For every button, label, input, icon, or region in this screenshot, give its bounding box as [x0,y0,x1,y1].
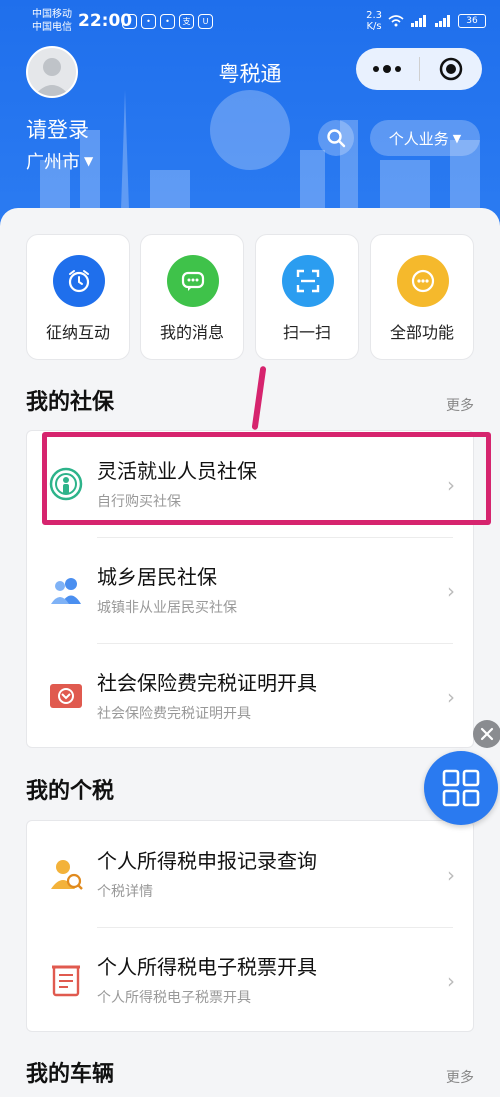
floating-close-button[interactable] [473,720,500,748]
list-item-subtitle: 城镇非从业居民买社保 [97,600,237,616]
grid-icon [442,769,480,807]
status-right: 2.3 K/s 36 [366,10,486,32]
vehicles-more-link[interactable]: 更多 [446,1067,474,1087]
quick-action-label: 我的消息 [159,323,224,342]
list-item-title: 个人所得税申报记录查询 [97,849,317,873]
mini-program-capsule [356,48,482,90]
city-selector[interactable]: 广州市 ▼ [26,148,93,174]
section-title-social-insurance: 我的社保 [26,390,115,415]
more-dots-icon [373,65,402,73]
caret-down-icon: ▼ [84,154,94,168]
scan-icon [282,255,334,307]
list-item-subtitle: 个税详情 [97,884,153,900]
quick-action-label: 全部功能 [389,323,454,342]
list-item-insurance-certificate[interactable]: 社会保险费完税证明开具 社会保险费完税证明开具 › [27,643,475,749]
battery-level: 36 [466,16,478,26]
list-item-tax-record-query[interactable]: 个人所得税申报记录查询 个税详情 › [27,821,475,927]
personal-tax-card: 个人所得税申报记录查询 个税详情 › 个人所得税电子税票开具 个人所得税电子税票… [26,820,474,1032]
city-label: 广州市 [26,152,80,173]
signal-icon [411,15,426,27]
caret-down-icon: ▼ [452,131,462,145]
quick-action-label: 征纳互动 [45,323,110,342]
list-item-title: 城乡居民社保 [97,565,217,589]
list-item-subtitle: 社会保险费完税证明开具 [97,706,251,722]
status-bar: 中国移动 中国电信 22:00 • • • 支 U 2.3 K/s 36 [0,0,500,44]
signal-icon [435,15,450,27]
personal-business-label: 个人业务 [388,129,449,148]
tax-record-icon [47,855,85,893]
chevron-right-icon: › [447,863,455,887]
list-item-urban-rural-residents[interactable]: 城乡居民社保 城镇非从业居民买社保 › [27,537,475,643]
floating-menu-button[interactable] [424,751,498,825]
notification-icon: 支 [179,14,194,29]
chevron-right-icon: › [447,685,455,709]
target-circle-icon [439,57,462,81]
notification-icon: • [160,14,175,29]
wifi-icon [388,15,404,27]
close-program-button[interactable] [420,48,483,90]
notification-icon: U [198,14,213,29]
search-button[interactable] [318,120,354,156]
personal-business-dropdown[interactable]: 个人业务 ▼ [370,120,480,156]
list-item-subtitle: 个人所得税电子税票开具 [97,990,251,1006]
list-item-tax-receipt[interactable]: 个人所得税电子税票开具 个人所得税电子税票开具 › [27,927,475,1033]
notification-icons: • • • 支 U [122,14,213,29]
net-speed-value: 2.3 [366,10,382,21]
quick-action-interaction[interactable]: 征纳互动 [26,234,130,360]
search-icon [327,129,346,148]
alarm-clock-icon [53,255,105,307]
social-insurance-more-link[interactable]: 更多 [446,395,474,415]
chevron-right-icon: › [447,969,455,993]
net-speed: 2.3 K/s [366,10,382,32]
login-link[interactable]: 请登录 [26,114,89,144]
insurance-certificate-icon [47,677,85,715]
residents-icon [47,571,85,609]
list-item-title: 社会保险费完税证明开具 [97,671,317,695]
carrier-names: 中国移动 中国电信 [32,8,72,34]
more-dots-icon [397,255,449,307]
notification-icon: • [141,14,156,29]
close-icon [480,727,494,741]
section-title-vehicles: 我的车辆 [26,1062,115,1087]
quick-action-messages[interactable]: 我的消息 [140,234,244,360]
carrier-1: 中国移动 [32,9,72,20]
section-title-personal-tax: 我的个税 [26,779,115,804]
chevron-right-icon: › [447,579,455,603]
notification-icon: • [122,14,137,29]
chat-bubble-icon [167,255,219,307]
tax-receipt-icon [47,961,85,999]
battery-icon: 36 [458,14,486,28]
quick-action-label: 扫一扫 [282,323,331,342]
annotation-highlight-box [42,432,491,525]
net-speed-unit: K/s [366,21,382,32]
quick-action-scan[interactable]: 扫一扫 [255,234,359,360]
quick-action-all[interactable]: 全部功能 [370,234,474,360]
carrier-2: 中国电信 [32,22,72,33]
list-item-title: 个人所得税电子税票开具 [97,955,317,979]
more-menu-button[interactable] [356,48,419,90]
